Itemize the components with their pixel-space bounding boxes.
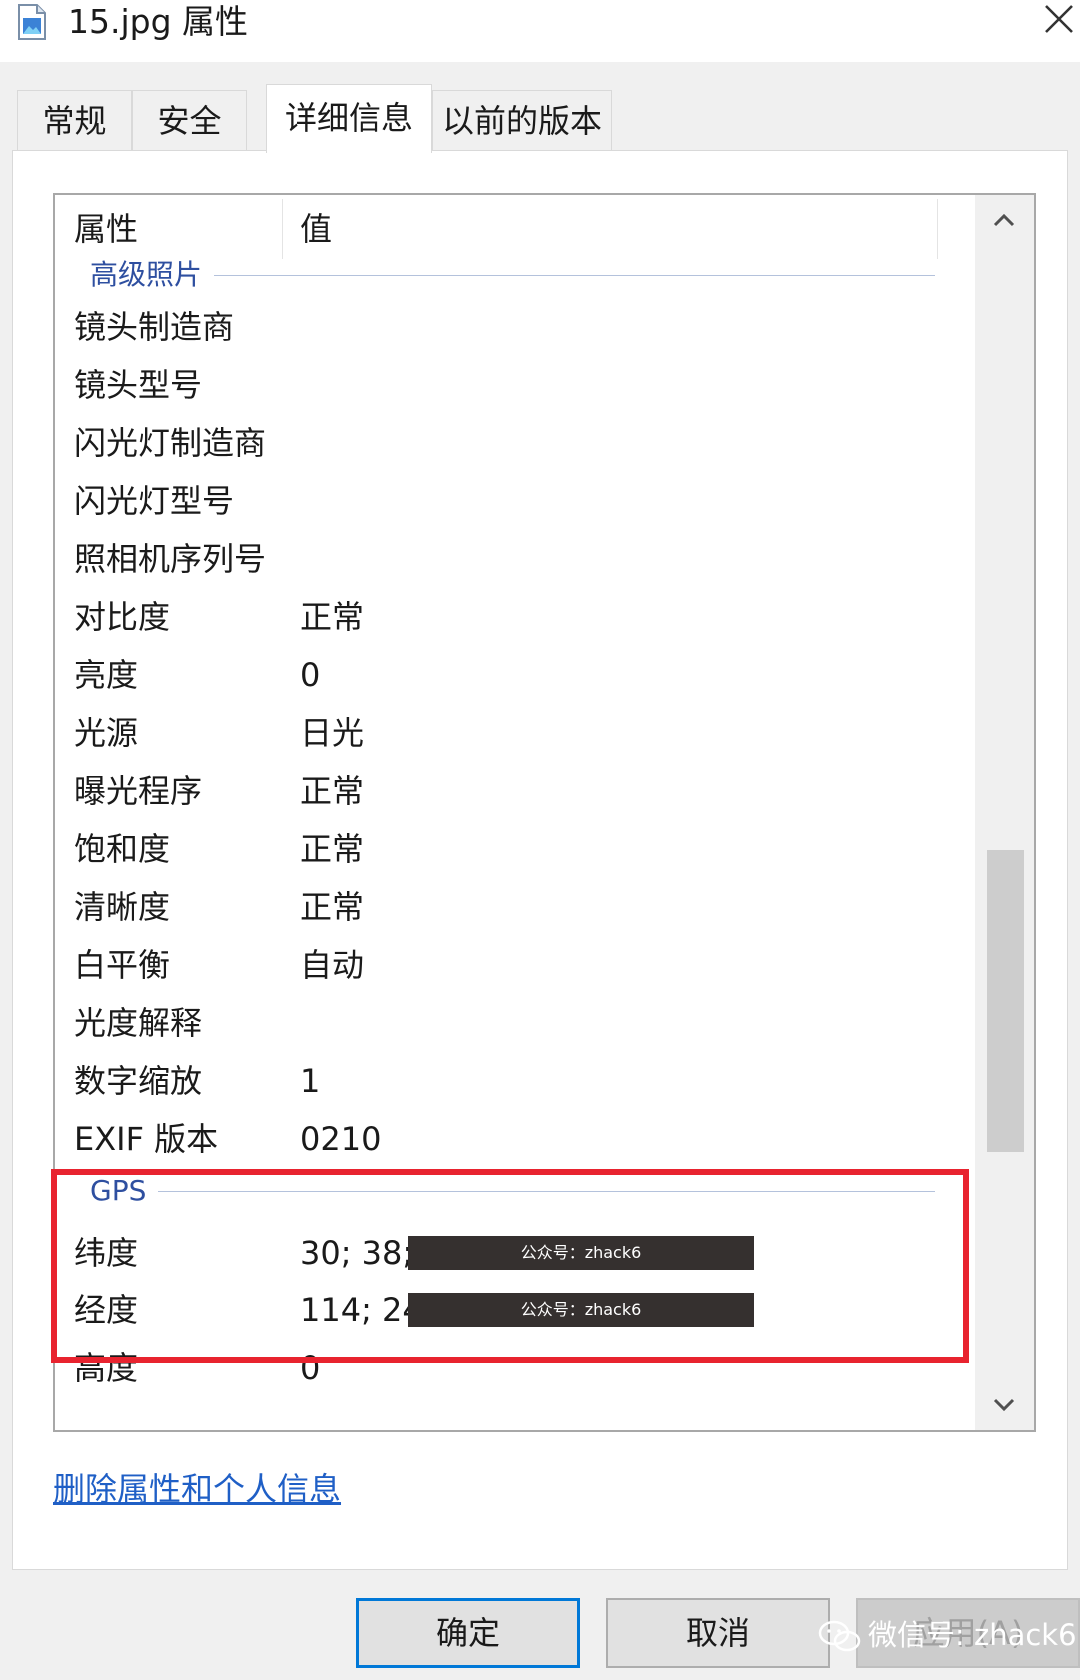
cancel-button[interactable]: 取消 xyxy=(606,1598,830,1668)
property-name: 光度解释 xyxy=(74,1004,203,1042)
group-header-advanced-photo: 高级照片 xyxy=(55,255,975,295)
property-name: 高度 xyxy=(74,1349,139,1387)
property-name: 纬度 xyxy=(74,1234,139,1272)
property-value: 114; 24 xyxy=(300,1291,423,1329)
property-value: 30; 38; xyxy=(300,1234,414,1272)
property-value: 0210 xyxy=(300,1120,382,1158)
group-divider xyxy=(205,275,935,276)
list-item[interactable]: 镜头制造商 xyxy=(55,302,975,352)
group-divider xyxy=(155,1191,935,1192)
property-name: 镜头型号 xyxy=(74,366,203,404)
property-value: 自动 xyxy=(300,946,365,984)
group-label: GPS xyxy=(90,1171,159,1211)
list-item-longitude[interactable]: 经度 114; 24 公众号：zhack6 xyxy=(55,1285,975,1335)
list-item[interactable]: EXIF 版本 0210 xyxy=(55,1114,975,1164)
list-item[interactable]: 闪光灯型号 xyxy=(55,476,975,526)
property-name: 亮度 xyxy=(74,656,139,694)
list-item[interactable]: 曝光程序 正常 xyxy=(55,766,975,816)
property-name: 清晰度 xyxy=(74,888,171,926)
scroll-thumb[interactable] xyxy=(987,850,1024,1152)
property-name: 镜头制造商 xyxy=(74,308,235,346)
group-label: 高级照片 xyxy=(90,255,215,295)
property-name: 光源 xyxy=(74,714,139,752)
column-divider[interactable] xyxy=(282,199,283,259)
list-item-altitude[interactable]: 高度 0 xyxy=(55,1343,975,1393)
tab-previous-versions[interactable]: 以前的版本 xyxy=(432,90,612,151)
title-bar: 15.jpg 属性 xyxy=(0,0,1080,62)
property-value: 0 xyxy=(300,1349,321,1387)
redaction-bar: 公众号：zhack6 xyxy=(408,1293,754,1327)
group-header-gps: GPS xyxy=(55,1171,975,1211)
list-item[interactable]: 光度解释 xyxy=(55,998,975,1048)
property-name: 曝光程序 xyxy=(74,772,203,810)
list-item[interactable]: 光源 日光 xyxy=(55,708,975,758)
list-item[interactable]: 饱和度 正常 xyxy=(55,824,975,874)
tab-details[interactable]: 详细信息 xyxy=(266,84,432,153)
close-button[interactable] xyxy=(1036,0,1080,44)
list-item[interactable]: 照相机序列号 xyxy=(55,534,975,584)
property-name: 闪光灯制造商 xyxy=(74,424,267,462)
tab-security[interactable]: 安全 xyxy=(132,90,247,151)
list-item[interactable]: 镜头型号 xyxy=(55,360,975,410)
list-item-latitude[interactable]: 纬度 30; 38; 公众号：zhack6 xyxy=(55,1228,975,1278)
list-item[interactable]: 对比度 正常 xyxy=(55,592,975,642)
ok-button[interactable]: 确定 xyxy=(356,1598,580,1668)
list-item[interactable]: 闪光灯制造商 xyxy=(55,418,975,468)
wechat-watermark: 微信号: zhack6 xyxy=(818,1610,1077,1660)
property-name: 对比度 xyxy=(74,598,171,636)
scroll-up-button[interactable] xyxy=(975,195,1034,247)
property-value: 日光 xyxy=(300,714,365,752)
column-header-value[interactable]: 值 xyxy=(300,209,332,249)
scroll-down-button[interactable] xyxy=(975,1378,1034,1430)
property-value: 1 xyxy=(300,1062,321,1100)
list-item[interactable]: 数字缩放 1 xyxy=(55,1056,975,1106)
column-divider[interactable] xyxy=(937,199,938,259)
property-name: 饱和度 xyxy=(74,830,171,868)
chevron-down-icon xyxy=(993,1398,1015,1412)
property-name: 经度 xyxy=(74,1291,139,1329)
image-file-icon xyxy=(16,4,48,40)
property-value: 正常 xyxy=(300,598,365,636)
wechat-icon xyxy=(818,1619,862,1655)
property-value: 正常 xyxy=(300,830,365,868)
column-header-property[interactable]: 属性 xyxy=(74,209,138,249)
property-list[interactable]: 属性 值 高级照片 镜头制造商 镜头型号 闪光灯制造商 闪光灯型号 照相机序列号… xyxy=(53,193,1036,1432)
window-title: 15.jpg 属性 xyxy=(68,2,249,41)
property-name: 闪光灯型号 xyxy=(74,482,235,520)
property-name: 白平衡 xyxy=(74,946,171,984)
property-value: 正常 xyxy=(300,772,365,810)
chevron-up-icon xyxy=(993,213,1015,227)
remove-properties-link[interactable]: 删除属性和个人信息 xyxy=(53,1469,341,1509)
tab-general[interactable]: 常规 xyxy=(17,90,132,151)
list-item[interactable]: 白平衡 自动 xyxy=(55,940,975,990)
property-name: 照相机序列号 xyxy=(74,540,267,578)
list-item[interactable]: 亮度 0 xyxy=(55,650,975,700)
close-icon xyxy=(1045,5,1073,33)
property-name: EXIF 版本 xyxy=(74,1120,219,1158)
watermark-text: 微信号: zhack6 xyxy=(868,1618,1077,1652)
property-value: 0 xyxy=(300,656,321,694)
property-name: 数字缩放 xyxy=(74,1062,203,1100)
list-item[interactable]: 清晰度 正常 xyxy=(55,882,975,932)
property-value: 正常 xyxy=(300,888,365,926)
redaction-bar: 公众号：zhack6 xyxy=(408,1236,754,1270)
vertical-scrollbar[interactable] xyxy=(975,195,1034,1430)
